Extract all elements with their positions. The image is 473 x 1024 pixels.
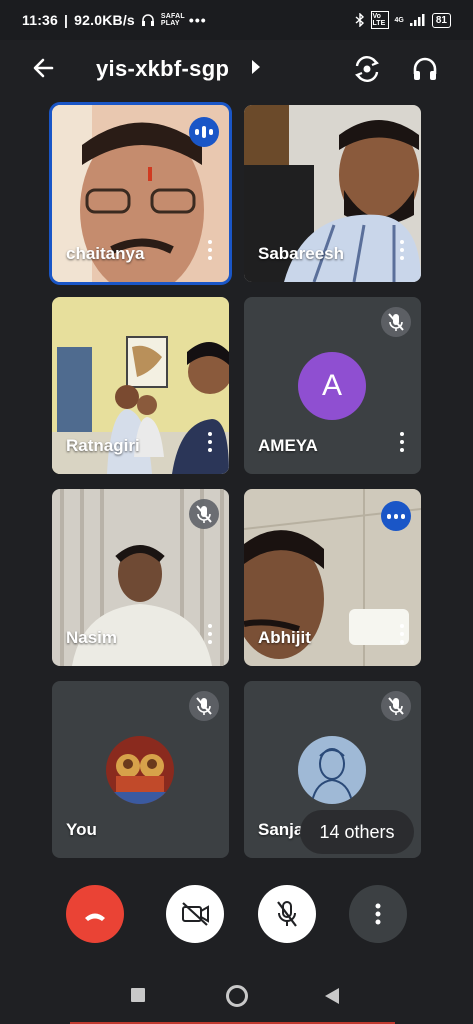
participant-name: Nasim [66,628,118,647]
status-time: 11:36 [22,12,59,28]
participant-name: Abhijit [258,628,311,647]
switch-camera-icon[interactable] [352,54,382,84]
participant-name: chaitanya [66,244,145,263]
mic-off-icon [381,691,411,721]
more-vert-icon[interactable] [397,432,407,458]
participant-tile-abhijit[interactable]: Abhijit [244,489,421,666]
status-right: Vo LTE 4G 81 [355,11,451,29]
more-vert-icon[interactable] [397,624,407,650]
more-vert-icon [375,903,381,925]
signal-icon [409,14,425,26]
avatar [106,736,174,804]
recent-apps-button[interactable] [131,988,145,1002]
participant-tile-ameya[interactable]: A AMEYA [244,297,421,474]
participant-name: Sabareesh [258,244,344,263]
overflow-dots: ••• [188,12,207,28]
mic-toggle-button[interactable] [258,885,316,943]
avatar [298,736,366,804]
more-vert-icon[interactable] [205,240,215,266]
mic-off-icon [189,691,219,721]
network-type: 4G [394,16,404,24]
battery-indicator: 81 [431,12,451,28]
status-left: 11:36 | 92.0KB/s SAFAL PLAY ••• [22,12,207,28]
more-vert-icon[interactable] [205,624,215,650]
mic-off-icon [277,901,297,927]
mic-off-icon [189,499,219,529]
meeting-code[interactable]: yis-xkbf-sgp [96,56,229,82]
status-bar: 11:36 | 92.0KB/s SAFAL PLAY ••• Vo LTE 4… [0,0,473,40]
speaking-indicator-icon [381,501,411,531]
headphones-notification-icon [141,14,154,26]
safal-play-badge: SAFAL PLAY [160,13,185,27]
volte-badge: Vo LTE [370,11,389,29]
others-count-pill[interactable]: 14 others [300,810,414,854]
bluetooth-icon [355,13,364,27]
participant-tile-ratnagiri[interactable]: Ratnagiri [52,297,229,474]
camera-off-icon [182,902,209,926]
home-button[interactable] [226,985,248,1007]
participant-name: Ratnagiri [66,436,140,455]
meeting-header: yis-xkbf-sgp [0,40,473,100]
system-nav-bar [0,960,473,1024]
status-speed: 92.0KB/s [74,12,135,28]
call-controls [0,880,473,950]
headphones-icon[interactable] [410,54,440,84]
participant-name: AMEYA [258,436,318,455]
avatar: A [298,352,366,420]
speaking-indicator-icon [189,117,219,147]
camera-toggle-button[interactable] [166,885,224,943]
more-vert-icon[interactable] [205,432,215,458]
participant-name: You [66,820,97,839]
participant-tile-you[interactable]: You [52,681,229,858]
participant-tile-sabareesh[interactable]: Sabareesh [244,105,421,282]
arrow-left-icon[interactable] [30,54,58,82]
participant-tile-chaitanya[interactable]: chaitanya [52,105,229,282]
caret-right-icon[interactable] [252,60,260,74]
call-end-icon [85,913,105,921]
end-call-button[interactable] [66,885,124,943]
participant-tile-nasim[interactable]: Nasim [52,489,229,666]
more-options-button[interactable] [349,885,407,943]
more-vert-icon[interactable] [397,240,407,266]
back-button[interactable] [325,988,339,1004]
mic-off-icon [381,307,411,337]
